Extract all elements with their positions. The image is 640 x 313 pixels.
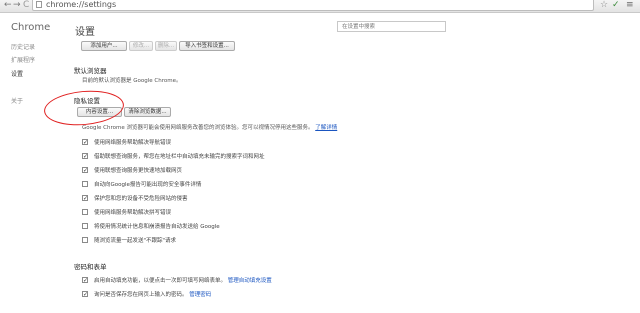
option-text: 启用自动填充功能，以便点击一次即可填写网络表单。 xyxy=(94,278,227,284)
browser-toolbar: ← → C chrome://settings ☆ ✓ ≡ xyxy=(0,0,640,13)
clear-browsing-data-button[interactable]: 清除浏览数据... xyxy=(124,107,171,117)
search-input[interactable] xyxy=(337,21,446,32)
page-icon xyxy=(36,1,42,8)
option-label: 将使用情况统计信息和崩溃报告自动发送给 Google xyxy=(94,224,220,230)
checkbox[interactable] xyxy=(82,209,88,215)
back-icon[interactable]: ← xyxy=(4,0,12,11)
default-browser-desc: 目前的默认浏览器是 Google Chrome。 xyxy=(82,78,182,84)
address-bar[interactable]: chrome://settings xyxy=(32,0,594,11)
learn-more-link[interactable]: 了解详情 xyxy=(315,125,337,131)
privacy-desc: Google Chrome 浏览器可能会使用网络服务改善您的浏览体验。您可以视情… xyxy=(82,123,337,131)
star-icon[interactable]: ☆ xyxy=(600,0,608,11)
option-label: 使用网络服务帮助解决导航错误 xyxy=(94,140,172,146)
option-label: 保护您和您的设备不受危险网站的侵害 xyxy=(94,196,188,202)
option-label: 随浏览流量一起发送"不跟踪"请求 xyxy=(94,238,177,244)
option-label: 使用网络服务帮助解决拼写错误 xyxy=(94,210,172,216)
reload-icon[interactable]: C xyxy=(23,0,29,11)
settings-main: 设置 添加用户... 修改... 删除... 导入书签和设置... 默认浏览器 … xyxy=(60,13,640,313)
sidebar-item-settings[interactable]: 设置 xyxy=(11,69,23,78)
sidebar-item-about[interactable]: 关于 xyxy=(11,96,23,105)
option-label: 借助联想查询服务，帮您在地址栏中自动填充未输完的搜索字词和网址 xyxy=(94,154,265,160)
page-title: 设置 xyxy=(75,27,95,38)
option-label: 使用联想查询服务更快速地加载网页 xyxy=(94,168,183,174)
sidebar: Chrome 历史记录 扩展程序 设置 关于 xyxy=(0,13,60,313)
sidebar-item-history[interactable]: 历史记录 xyxy=(11,42,35,51)
checkbox[interactable] xyxy=(82,237,88,243)
passwords-title: 密码和表单 xyxy=(74,263,107,271)
option-label: 启用自动填充功能，以便点击一次即可填写网络表单。 管理自动填充设置 xyxy=(94,276,272,284)
checkbox[interactable]: ✓ xyxy=(82,167,88,174)
checkbox[interactable]: ✓ xyxy=(82,277,88,284)
option-text: 询问是否保存您在网页上输入的密码。 xyxy=(94,292,188,298)
privacy-desc-text: Google Chrome 浏览器可能会使用网络服务改善您的浏览体验。您可以视情… xyxy=(82,125,314,131)
sidebar-item-extensions[interactable]: 扩展程序 xyxy=(11,55,35,64)
option-label: 自动向Google报告可能出现的安全事件详情 xyxy=(94,182,202,188)
checkbox[interactable] xyxy=(82,181,88,187)
import-bookmarks-button[interactable]: 导入书签和设置... xyxy=(179,41,235,51)
extension-shield-icon[interactable]: ✓ xyxy=(612,0,620,11)
add-user-button[interactable]: 添加用户... xyxy=(81,41,127,51)
manage-autofill-link[interactable]: 管理自动填充设置 xyxy=(228,278,272,284)
address-url[interactable]: chrome://settings xyxy=(46,0,116,9)
sidebar-title: Chrome xyxy=(11,22,51,33)
checkbox[interactable] xyxy=(82,223,88,229)
edit-user-button[interactable]: 修改... xyxy=(129,41,153,51)
checkbox[interactable]: ✓ xyxy=(82,153,88,160)
delete-user-button[interactable]: 删除... xyxy=(155,41,177,51)
checkbox[interactable]: ✓ xyxy=(82,195,88,202)
forward-icon[interactable]: → xyxy=(13,0,21,11)
manage-passwords-link[interactable]: 管理密码 xyxy=(189,292,211,298)
default-browser-title: 默认浏览器 xyxy=(74,67,107,75)
option-label: 询问是否保存您在网页上输入的密码。 管理密码 xyxy=(94,290,211,298)
checkbox[interactable]: ✓ xyxy=(82,139,88,146)
menu-icon[interactable]: ≡ xyxy=(626,0,634,11)
checkbox[interactable]: ✓ xyxy=(82,291,88,298)
